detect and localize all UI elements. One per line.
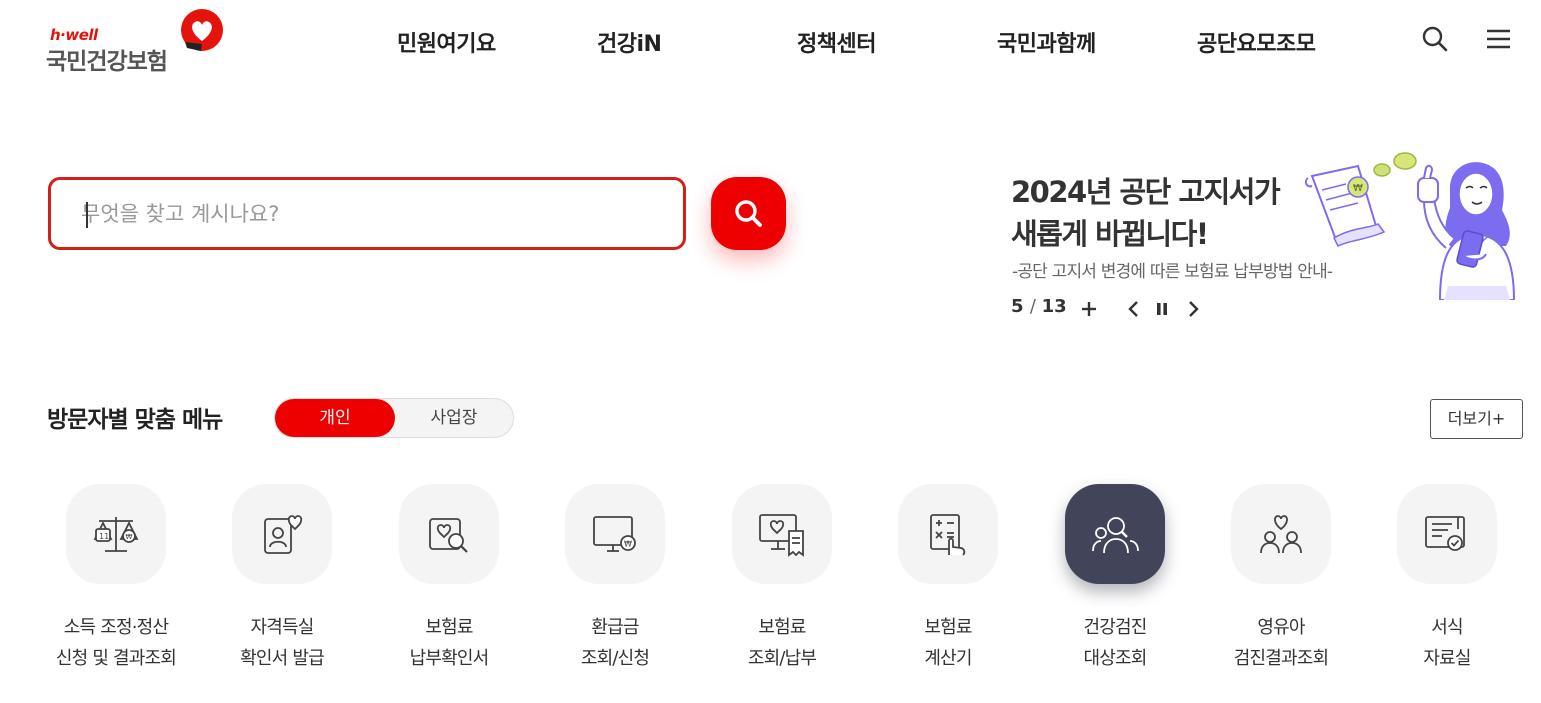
menu-label: 보험료 계산기 [865, 612, 1031, 674]
menu-label: 서식 자료실 [1364, 612, 1530, 674]
chevron-left-icon[interactable] [1123, 298, 1145, 320]
menu-label-line2: 확인서 발급 [240, 648, 325, 669]
menu-item-refund[interactable]: ₩ 환급금 조회/신청 [532, 484, 698, 684]
menu-item-health-checkup[interactable]: 건강검진 대상조회 [1032, 484, 1198, 684]
menu-icon-box: 11 ₩ [66, 484, 166, 584]
menu-label-line1: 서식 [1431, 617, 1463, 638]
banner-title-line1: 2024년 공단 고지서가 [1011, 175, 1281, 209]
menu-icon-box: ₩ [565, 484, 665, 584]
id-card-heart-icon [264, 515, 303, 554]
monitor-receipt-icon [759, 514, 804, 557]
calculator-hand-icon [930, 514, 966, 556]
banner-title-line2: 새롭게 바뀝니다! [1011, 217, 1209, 251]
scale-calendar-icon: 11 ₩ [93, 517, 139, 552]
menu-label-line1: 보험료 [425, 617, 473, 638]
site-header: h·well 국민건강보험 민원여기요 건강iN 정책센터 국민과함께 공단요모… [0, 0, 1541, 90]
text-caret [86, 202, 88, 228]
menu-label-line1: 보험료 [924, 617, 972, 638]
menu-label-line1: 건강검진 [1083, 617, 1147, 638]
banner-page-separator: / [1029, 296, 1042, 317]
menu-icon-box [1397, 484, 1497, 584]
menu-label: 보험료 조회/납부 [699, 612, 865, 674]
toggle-business[interactable]: 사업장 [395, 399, 513, 437]
svg-text:₩: ₩ [1353, 183, 1363, 194]
menu-label-line1: 소득 조정·정산 [63, 617, 169, 638]
menu-label-line2: 검진결과조회 [1233, 648, 1329, 669]
monitor-won-icon: ₩ [593, 516, 636, 552]
search-button[interactable] [711, 177, 786, 250]
banner-title[interactable]: 2024년 공단 고지서가 새롭게 바뀝니다! [1011, 171, 1281, 255]
menu-label-line2: 계산기 [924, 648, 972, 669]
menu-label-line2: 납부확인서 [409, 648, 490, 669]
nav-item-minwon[interactable]: 민원여기요 [397, 26, 496, 58]
menu-label-line1: 자격득실 [250, 617, 314, 638]
nav-item-about[interactable]: 공단요모조모 [1197, 26, 1316, 58]
svg-text:11: 11 [99, 532, 109, 541]
pause-icon[interactable] [1151, 298, 1173, 320]
menu-item-premium-pay[interactable]: 보험료 조회/납부 [699, 484, 865, 684]
toggle-individual[interactable]: 개인 [275, 399, 395, 437]
hamburger-menu-icon[interactable] [1484, 24, 1514, 54]
menu-label: 환급금 조회/신청 [532, 612, 698, 674]
family-heart-icon [1260, 515, 1302, 554]
menu-label-line2: 조회/신청 [580, 648, 650, 669]
banner-subtitle: -공단 고지서 변경에 따른 보험료 납부방법 안내- [1012, 262, 1333, 282]
form-check-icon [1425, 516, 1465, 551]
banner-page-counter: 5 / 13 [1011, 296, 1067, 317]
menu-item-payment-cert[interactable]: 보험료 납부확인서 [366, 484, 532, 684]
chevron-right-icon[interactable] [1182, 298, 1204, 320]
menu-icon-box [399, 484, 499, 584]
menu-label: 건강검진 대상조회 [1032, 612, 1198, 674]
menu-label: 보험료 납부확인서 [366, 612, 532, 674]
search-icon[interactable] [1420, 24, 1450, 54]
menu-label: 자격득실 확인서 발급 [199, 612, 365, 674]
menu-item-infant-checkup[interactable]: 영유아 검진결과조회 [1198, 484, 1364, 684]
logo-name-text: 국민건강보험 [46, 49, 168, 75]
menu-item-income-adjust[interactable]: 11 ₩ 소득 조정·정산 신청 및 결과조회 [33, 484, 199, 684]
banner-illustration: ₩ [1304, 152, 1516, 300]
menu-label-line2: 대상조회 [1083, 648, 1147, 669]
menu-label-line1: 영유아 [1257, 617, 1305, 638]
menu-icon-box-active [1065, 484, 1165, 584]
section-title: 방문자별 맞춤 메뉴 [47, 407, 223, 433]
visitor-type-toggle: 개인 사업장 [274, 398, 514, 438]
logo-heart-icon [181, 9, 223, 51]
site-logo[interactable]: h·well 국민건강보험 [46, 8, 236, 78]
search-box [48, 177, 686, 250]
menu-label: 영유아 검진결과조회 [1198, 612, 1364, 674]
nav-item-health-in[interactable]: 건강iN [597, 26, 662, 58]
search-icon [735, 200, 762, 227]
search-input[interactable] [81, 198, 641, 230]
plus-icon[interactable] [1078, 298, 1100, 320]
menu-label: 소득 조정·정산 신청 및 결과조회 [33, 612, 199, 674]
banner-current-page: 5 [1011, 296, 1024, 317]
svg-text:₩: ₩ [126, 533, 133, 541]
document-search-icon [429, 518, 468, 553]
menu-item-calculator[interactable]: 보험료 계산기 [865, 484, 1031, 684]
people-search-icon [1092, 517, 1139, 554]
nav-item-with-citizens[interactable]: 국민과함께 [997, 26, 1096, 58]
menu-icon-box [732, 484, 832, 584]
menu-label-line1: 환급금 [591, 617, 639, 638]
menu-label-line2: 자료실 [1423, 648, 1471, 669]
menu-item-forms[interactable]: 서식 자료실 [1364, 484, 1530, 684]
menu-icon-box [898, 484, 998, 584]
menu-icon-box [1231, 484, 1331, 584]
menu-icon-box [232, 484, 332, 584]
nav-item-policy-center[interactable]: 정책센터 [797, 26, 876, 58]
more-button[interactable]: 더보기+ [1430, 399, 1523, 439]
menu-item-qualification-cert[interactable]: 자격득실 확인서 발급 [199, 484, 365, 684]
menu-label-line1: 보험료 [758, 617, 806, 638]
menu-label-line2: 조회/납부 [747, 648, 817, 669]
menu-label-line2: 신청 및 결과조회 [55, 648, 177, 669]
svg-text:₩: ₩ [624, 540, 632, 549]
banner-total-pages: 13 [1041, 296, 1067, 317]
